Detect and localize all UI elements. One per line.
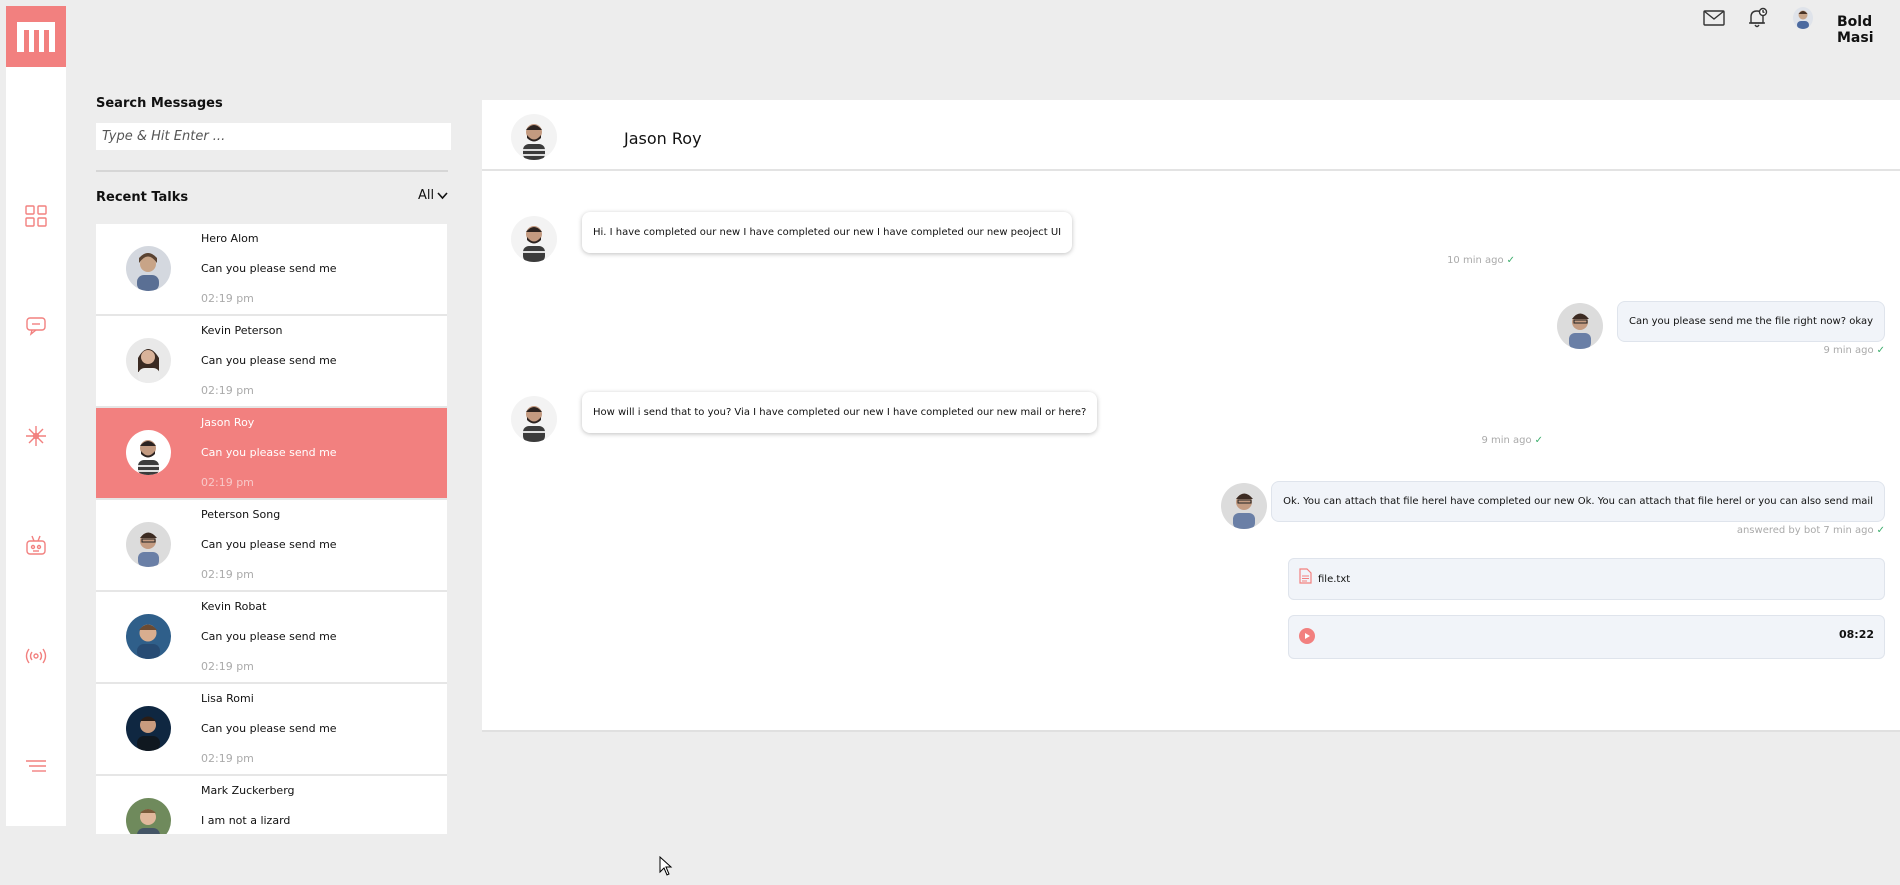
talk-message: I am not a lizard	[201, 814, 291, 827]
play-button[interactable]	[1299, 628, 1315, 644]
talk-time: 02:19 pm	[201, 752, 254, 765]
message-time: 9 min ago	[1823, 345, 1874, 356]
talk-item[interactable]: Lisa Romi Can you please send me 02:19 p…	[96, 684, 447, 776]
mouse-cursor-icon	[659, 856, 673, 876]
talk-item-active[interactable]: Jason Roy Can you please send me 02:19 p…	[96, 408, 447, 500]
filter-label: All	[418, 188, 435, 203]
network-icon[interactable]	[24, 424, 48, 448]
play-icon	[1305, 633, 1310, 639]
talk-time: 02:19 pm	[201, 660, 254, 673]
message-time: 10 min ago	[1447, 255, 1504, 266]
mail-icon[interactable]	[1703, 7, 1725, 29]
message-meta: 10 min ago ✓	[1447, 255, 1515, 266]
avatar	[1221, 483, 1267, 529]
talk-time: 02:19 pm	[201, 292, 254, 305]
talk-message: Can you please send me	[201, 354, 337, 367]
avatar	[511, 216, 557, 262]
avatar	[126, 338, 171, 383]
user-avatar[interactable]	[1793, 7, 1813, 29]
talk-time: 02:19 pm	[201, 384, 254, 397]
search-label: Search Messages	[96, 96, 223, 111]
talk-name: Kevin Peterson	[201, 324, 283, 337]
chevron-down-icon	[437, 191, 448, 199]
app-logo[interactable]	[6, 6, 66, 67]
talk-item[interactable]: Hero Alom Can you please send me 02:19 p…	[96, 224, 447, 316]
check-icon: ✓	[1876, 345, 1885, 356]
talk-name: Peterson Song	[201, 508, 281, 521]
chat-title: Jason Roy	[624, 129, 702, 148]
avatar	[126, 522, 171, 567]
message-bubble-outgoing: Can you please send me the file right no…	[1617, 301, 1885, 342]
message-meta: answered by bot 7 min ago ✓	[1737, 525, 1885, 536]
recent-talks-list: Hero Alom Can you please send me 02:19 p…	[96, 224, 447, 834]
dashboard-icon[interactable]	[24, 204, 48, 228]
talk-item[interactable]: Kevin Peterson Can you please send me 02…	[96, 316, 447, 408]
username[interactable]: Bold Masi	[1837, 14, 1900, 46]
message-bubble-incoming: Hi. I have completed our new I have comp…	[582, 212, 1073, 253]
avatar	[511, 114, 557, 160]
left-nav-rail	[6, 6, 66, 826]
file-icon	[1299, 568, 1312, 584]
menu-icon[interactable]	[24, 754, 48, 778]
audio-duration: 08:22	[1838, 628, 1874, 641]
recent-talks-heading: Recent Talks	[96, 190, 189, 205]
chat-icon[interactable]	[24, 314, 48, 338]
talk-item[interactable]: Mark Zuckerberg I am not a lizard	[96, 776, 447, 834]
bot-icon[interactable]	[24, 534, 48, 558]
chat-panel: Jason Roy Hi. I have completed our new I…	[482, 100, 1900, 732]
talk-message: Can you please send me	[201, 538, 337, 551]
avatar	[126, 614, 171, 659]
talk-name: Mark Zuckerberg	[201, 784, 295, 797]
logo-icon	[17, 21, 55, 52]
broadcast-icon[interactable]	[24, 644, 48, 668]
message-time: answered by bot 7 min ago	[1736, 525, 1874, 536]
talk-name: Jason Roy	[201, 416, 255, 429]
message-meta: 9 min ago ✓	[1481, 435, 1543, 446]
check-icon: ✓	[1534, 435, 1543, 446]
talk-time: 02:19 pm	[201, 476, 254, 489]
file-attachment[interactable]: file.txt	[1288, 558, 1885, 600]
audio-message: 08:22	[1288, 615, 1885, 659]
notification-bell-icon[interactable]	[1747, 7, 1769, 29]
talk-message: Can you please send me	[201, 630, 337, 643]
avatar	[126, 706, 171, 751]
talk-message: Can you please send me	[201, 262, 337, 275]
talk-message: Can you please send me	[201, 446, 337, 459]
message-bubble-outgoing: Ok. You can attach that file herel have …	[1271, 481, 1885, 522]
avatar	[511, 396, 557, 442]
talk-time: 02:19 pm	[201, 568, 254, 581]
talk-name: Lisa Romi	[201, 692, 254, 705]
talk-name: Kevin Robat	[201, 600, 267, 613]
message-meta: 9 min ago ✓	[1823, 345, 1885, 356]
talk-item[interactable]: Peterson Song Can you please send me 02:…	[96, 500, 447, 592]
chat-header: Jason Roy	[482, 100, 1900, 171]
file-name: file.txt	[1318, 574, 1351, 585]
avatar	[126, 246, 171, 291]
talk-name: Hero Alom	[201, 232, 259, 245]
message-time: 9 min ago	[1481, 435, 1532, 446]
talk-message: Can you please send me	[201, 722, 337, 735]
avatar	[1557, 303, 1603, 349]
filter-dropdown[interactable]: All	[418, 188, 448, 203]
check-icon: ✓	[1506, 255, 1515, 266]
talk-item[interactable]: Kevin Robat Can you please send me 02:19…	[96, 592, 447, 684]
avatar	[126, 798, 171, 834]
message-bubble-incoming: How will i send that to you? Via I have …	[582, 392, 1098, 433]
avatar	[126, 430, 171, 475]
divider	[96, 170, 448, 172]
search-input[interactable]	[96, 123, 451, 150]
check-icon: ✓	[1876, 525, 1885, 536]
